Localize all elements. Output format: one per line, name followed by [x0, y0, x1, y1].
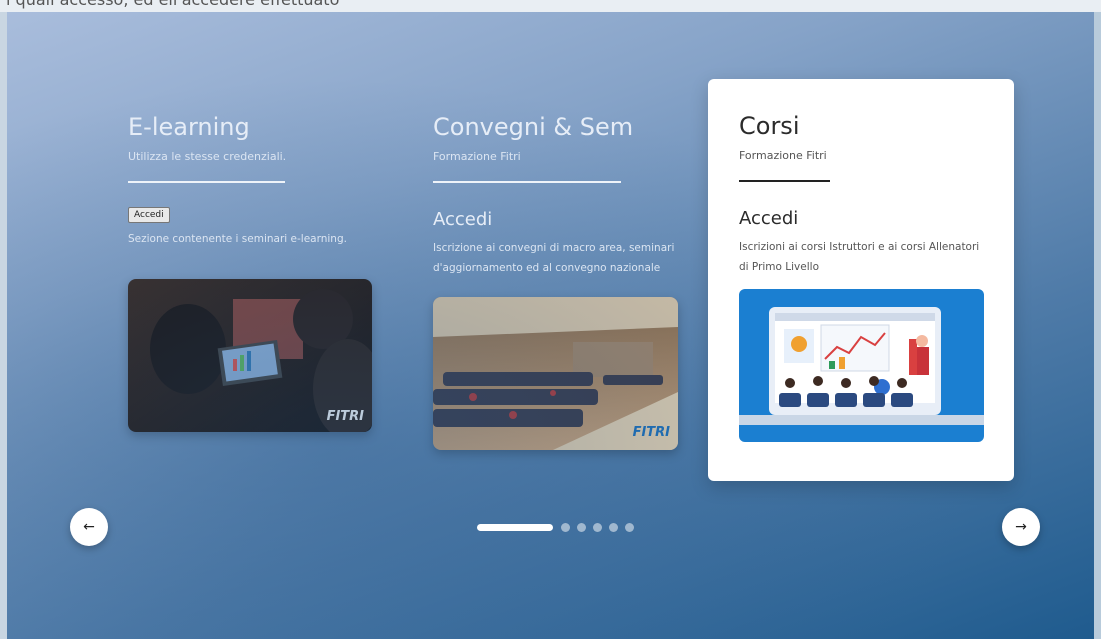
- card-subtitle: Utilizza le stesse credenziali.: [128, 150, 287, 163]
- card-image-corsi[interactable]: [739, 289, 984, 442]
- card-corsi: Corsi Formazione Fitri Accedi Iscrizioni…: [708, 79, 1014, 481]
- card-image-elearning[interactable]: FITRI: [128, 279, 372, 432]
- pagination: [477, 523, 641, 532]
- fitri-logo: FITRI: [632, 425, 670, 440]
- card-title: Corsi: [739, 112, 800, 140]
- card-description: Sezione contenente i seminari e-learning…: [128, 233, 347, 245]
- pagination-dot-4[interactable]: [593, 523, 602, 532]
- next-button[interactable]: →: [1002, 508, 1040, 546]
- carousel: E-learning Utilizza le stesse credenzial…: [7, 12, 1094, 639]
- card-image-convegni[interactable]: FITRI: [433, 297, 678, 450]
- card-elearning: E-learning Utilizza le stesse credenzial…: [128, 112, 378, 249]
- pagination-dot-2[interactable]: [561, 523, 570, 532]
- accedi-link[interactable]: Accedi: [739, 208, 984, 229]
- card-description: Iscrizione ai convegni di macro area, se…: [433, 242, 675, 274]
- card-divider: [128, 181, 285, 183]
- pagination-dot-3[interactable]: [577, 523, 586, 532]
- card-title: Convegni & Sem: [433, 113, 634, 141]
- accedi-button[interactable]: Accedi: [128, 207, 170, 223]
- card-divider: [433, 181, 621, 183]
- prev-button[interactable]: ←: [70, 508, 108, 546]
- online-course-illustration: [739, 289, 984, 442]
- card-divider: [739, 180, 830, 182]
- accedi-link[interactable]: Accedi: [433, 209, 683, 230]
- arrow-right-icon: →: [1015, 519, 1027, 535]
- card-description: Iscrizioni ai corsi Istruttori e ai cors…: [739, 241, 980, 273]
- pagination-dot-6[interactable]: [625, 523, 634, 532]
- page-border-right: [1094, 12, 1101, 639]
- card-subtitle: Formazione Fitri: [739, 149, 827, 162]
- card-convegni: Convegni & Sem Formazione Fitri Accedi I…: [433, 112, 683, 278]
- card-subtitle: Formazione Fitri: [433, 150, 521, 163]
- pagination-dot-5[interactable]: [609, 523, 618, 532]
- arrow-left-icon: ←: [83, 519, 95, 535]
- pagination-dot-1[interactable]: [477, 524, 553, 531]
- top-strip: i quali accesso, ed ell'accedere effettu…: [0, 0, 1101, 12]
- fitri-logo: FITRI: [326, 409, 364, 424]
- top-strip-text: i quali accesso, ed ell'accedere effettu…: [6, 0, 339, 9]
- page-border-left: [0, 12, 7, 639]
- card-title: E-learning: [128, 113, 250, 141]
